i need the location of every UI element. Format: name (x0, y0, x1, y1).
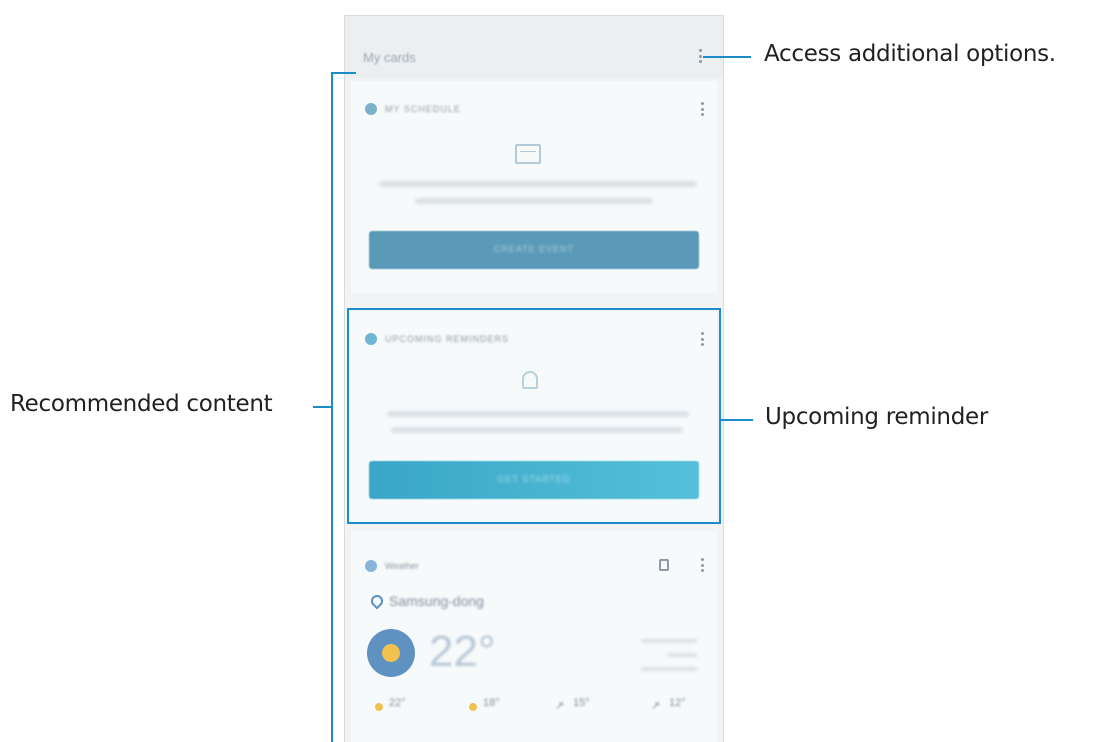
app-header: My cards (345, 16, 723, 78)
forecast-sun-icon (469, 703, 477, 711)
schedule-card-title: MY SCHEDULE (385, 104, 461, 114)
create-event-label: CREATE EVENT (493, 244, 575, 254)
recommended-callout-line (313, 406, 333, 408)
create-event-button[interactable]: CREATE EVENT (369, 231, 699, 269)
recommended-bracket-top (332, 72, 356, 74)
card-menu-icon[interactable] (700, 102, 704, 116)
weather-detail (641, 639, 697, 643)
reminder-highlight-box (347, 308, 721, 524)
refresh-icon[interactable] (659, 559, 669, 571)
weather-detail (667, 653, 697, 657)
weather-card[interactable]: Weather Samsung-dong 22° 22° 18° ↗ 15° ↗… (351, 531, 717, 742)
forecast-wind-icon: ↗ (651, 700, 661, 712)
description-line (379, 181, 697, 187)
location-pin-icon (368, 592, 386, 610)
forecast-temp: 18° (483, 697, 500, 709)
schedule-card[interactable]: MY SCHEDULE CREATE EVENT (351, 81, 717, 293)
weather-detail (641, 667, 697, 671)
forecast-temp: 22° (389, 697, 406, 709)
weather-card-icon (365, 560, 377, 572)
header-title: My cards (363, 50, 416, 65)
forecast-wind-icon: ↗ (555, 700, 565, 712)
description-line (415, 198, 653, 204)
schedule-card-icon (365, 103, 377, 115)
weather-location: Samsung-dong (389, 593, 484, 609)
forecast-temp: 12° (669, 697, 686, 709)
card-menu-icon[interactable] (700, 558, 704, 572)
reminder-callout-label: Upcoming reminder (765, 404, 989, 430)
reminder-callout-line (721, 419, 753, 421)
illustration: My cards MY SCHEDULE CREATE EVENT UPCOMI… (0, 0, 1094, 742)
more-options-icon[interactable] (698, 49, 702, 63)
recommended-callout-label: Recommended content (10, 391, 273, 417)
forecast-temp: 15° (573, 697, 590, 709)
options-callout-label: Access additional options. (764, 41, 1056, 67)
calendar-icon (515, 144, 541, 164)
forecast-sun-icon (375, 703, 383, 711)
options-callout-line (703, 56, 751, 58)
current-temperature: 22° (429, 627, 496, 676)
weather-card-title: Weather (385, 561, 419, 571)
sun-icon (367, 629, 415, 677)
